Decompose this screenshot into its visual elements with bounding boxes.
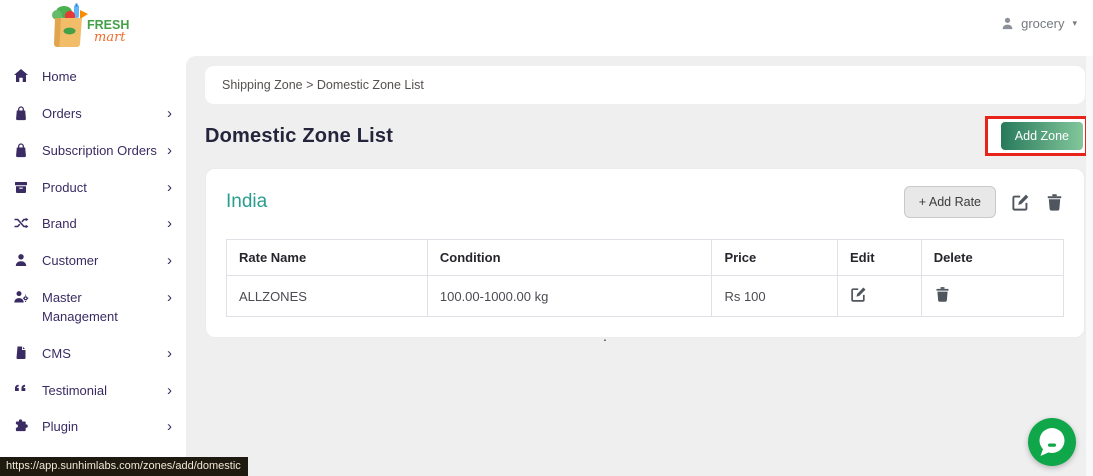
chevron-right-icon: › [167,383,172,398]
sidebar-item-orders[interactable]: Orders › [0,96,186,133]
logo-text-mart: mart [94,30,126,45]
cell-price: Rs 100 [712,276,838,317]
chevron-right-icon: › [167,253,172,268]
sidebar-nav: Home Orders › Subscription Orders › [0,57,186,446]
column-header-edit: Edit [838,240,922,276]
user-menu-label: grocery [1021,16,1064,31]
app-window: grocery ▾ FRESH mart Home [0,0,1093,476]
user-menu[interactable]: grocery ▾ [1000,16,1077,31]
chevron-right-icon: › [167,143,172,158]
zone-name: India [226,191,267,213]
sidebar-item-label: CMS [42,345,167,364]
testimonial-quote-icon [13,382,29,398]
cell-condition: 100.00-1000.00 kg [427,276,712,317]
table-header-row: Rate Name Condition Price Edit Delete [227,240,1064,276]
sidebar-item-plugin[interactable]: Plugin › [0,409,186,446]
chevron-down-icon: ▾ [1072,18,1077,29]
column-header-price: Price [712,240,838,276]
home-icon [13,68,29,84]
product-archive-icon [13,179,29,195]
column-header-condition: Condition [427,240,712,276]
sidebar-item-label: Orders [42,105,167,124]
page-title: Domestic Zone List [205,125,393,148]
sidebar-item-label: Subscription Orders [42,142,167,161]
chat-bubble-icon [1028,418,1076,466]
sidebar-item-customer[interactable]: Customer › [0,243,186,280]
sidebar-item-label: Testimonial [42,382,167,401]
sidebar-item-master-management[interactable]: Master Management › [0,280,186,336]
freshmart-logo[interactable]: FRESH mart [44,2,140,48]
chevron-right-icon: › [167,216,172,231]
chevron-right-icon: › [167,180,172,195]
delete-rate-icon[interactable] [934,286,951,303]
chevron-right-icon: › [167,419,172,434]
sidebar: FRESH mart Home Orders › Subscription Or… [0,0,186,476]
sidebar-item-testimonial[interactable]: Testimonial › [0,373,186,410]
edit-rate-icon[interactable] [850,286,867,303]
column-header-delete: Delete [921,240,1063,276]
chevron-right-icon: › [167,106,172,121]
main-content: Shipping Zone > Domestic Zone List Domes… [186,56,1093,476]
sidebar-item-label: Brand [42,215,167,234]
chevron-right-icon: › [167,346,172,361]
cms-file-icon [13,345,29,361]
sidebar-item-label: Customer [42,252,167,271]
scrollbar-track[interactable] [1086,56,1093,476]
sidebar-item-brand[interactable]: Brand › [0,206,186,243]
status-bar-url: https://app.sunhimlabs.com/zones/add/dom… [0,457,248,476]
sidebar-item-cms[interactable]: CMS › [0,336,186,373]
sidebar-item-label: Plugin [42,418,167,437]
sidebar-item-product[interactable]: Product › [0,170,186,207]
chat-widget-button[interactable] [1028,418,1076,466]
column-header-rate-name: Rate Name [227,240,428,276]
plugin-puzzle-icon [13,418,29,434]
breadcrumb: Shipping Zone > Domestic Zone List [205,66,1085,104]
master-management-icon [13,289,29,305]
sidebar-item-label: Master Management [42,289,167,327]
chevron-right-icon: › [167,290,172,305]
rates-table: Rate Name Condition Price Edit Delete AL… [226,239,1064,317]
customer-person-icon [13,252,29,268]
person-icon [1000,16,1015,31]
sidebar-item-label: Home [42,68,172,87]
sidebar-item-home[interactable]: Home [0,59,186,96]
subscription-bag-icon [13,142,29,158]
edit-zone-icon[interactable] [1011,193,1030,212]
table-row: ALLZONES 100.00-1000.00 kg Rs 100 [227,276,1064,317]
cell-rate-name: ALLZONES [227,276,428,317]
annotation-highlight-box: Add Zone [985,116,1088,156]
add-rate-button[interactable]: + Add Rate [904,186,996,218]
sidebar-item-subscription-orders[interactable]: Subscription Orders › [0,133,186,170]
brand-shuffle-icon [13,215,29,231]
stray-dot: . [603,328,607,344]
add-zone-button[interactable]: Add Zone [1001,122,1083,150]
orders-bag-icon [13,105,29,121]
sidebar-item-label: Product [42,179,167,198]
delete-zone-icon[interactable] [1045,193,1064,212]
zone-card: India + Add Rate [205,168,1085,338]
